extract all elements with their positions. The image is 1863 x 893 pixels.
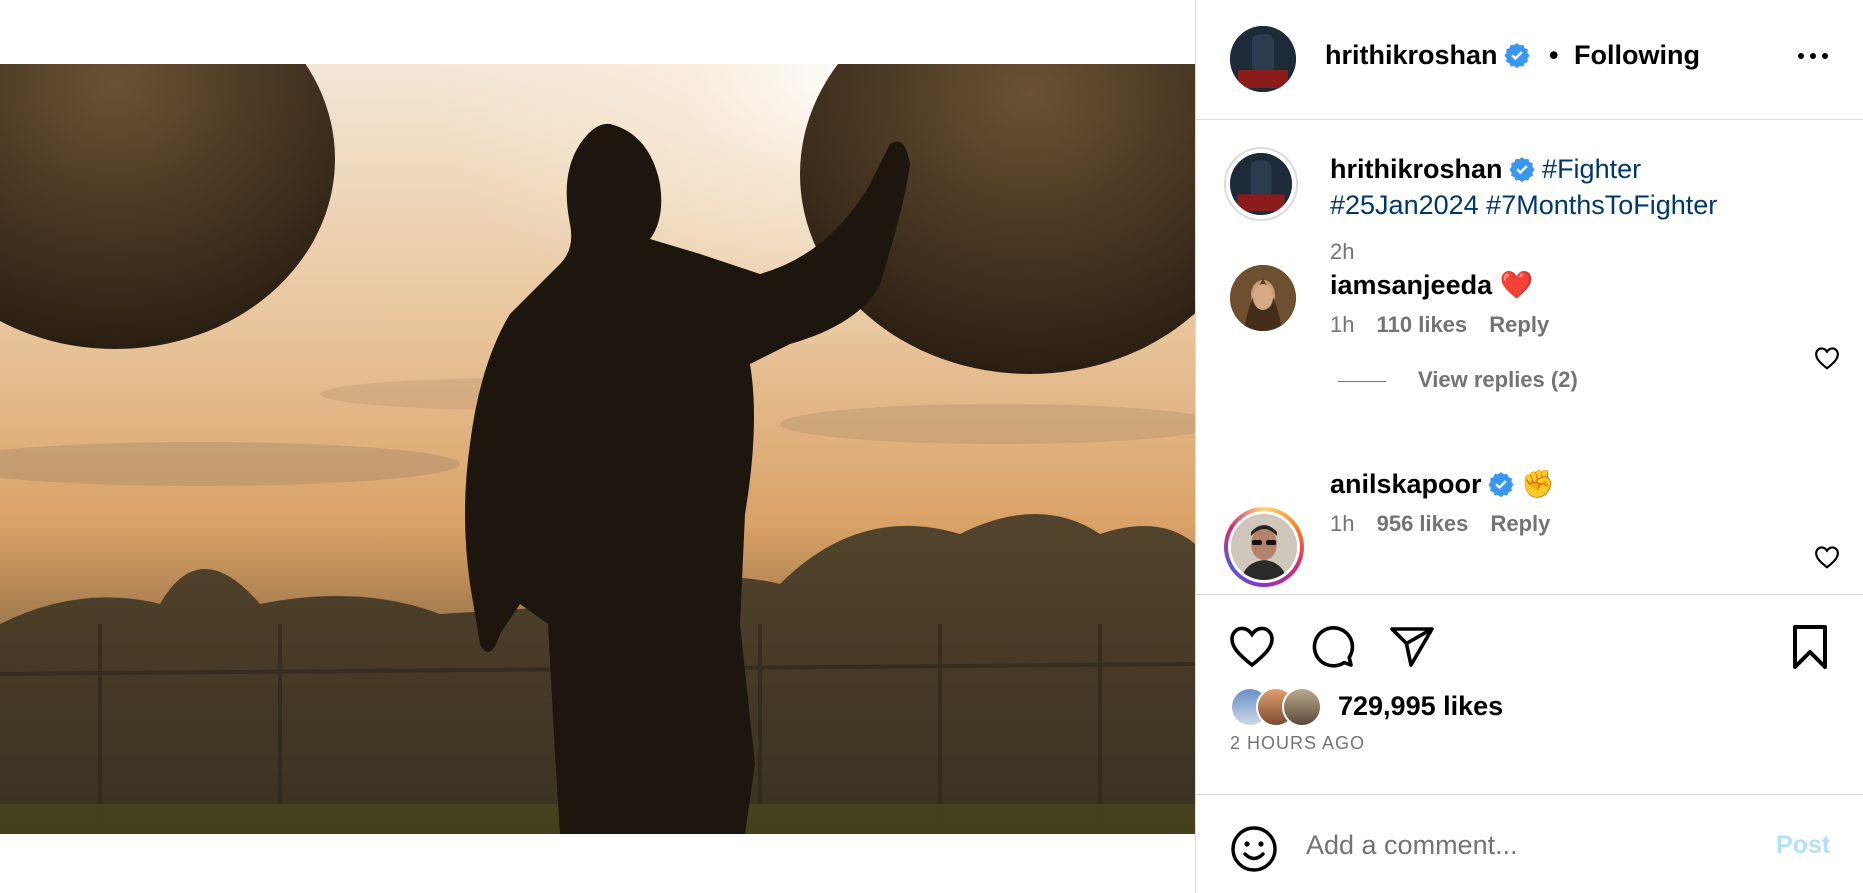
- commenter-avatar[interactable]: [1230, 265, 1296, 331]
- heart-icon[interactable]: [1228, 623, 1276, 671]
- caption-timestamp[interactable]: 2h: [1330, 239, 1354, 265]
- comment-time[interactable]: 1h: [1330, 312, 1354, 337]
- share-icon[interactable]: [1388, 623, 1436, 671]
- emoji-icon[interactable]: [1230, 825, 1278, 873]
- comment-input[interactable]: [1306, 823, 1746, 867]
- liked-by-avatars[interactable]: [1230, 687, 1330, 729]
- liker-avatar: [1282, 687, 1322, 727]
- likes-count[interactable]: 729,995 likes: [1338, 691, 1503, 722]
- post-media-panel: [0, 0, 1195, 893]
- comment-meta: 1h 956 likes Reply: [1330, 511, 1566, 537]
- view-replies-label[interactable]: View replies (2): [1418, 367, 1578, 392]
- view-replies-button[interactable]: View replies (2): [1338, 367, 1578, 393]
- post-actions-bar: 729,995 likes 2 HOURS AGO: [1196, 594, 1863, 794]
- comment-body: ✊: [1521, 469, 1555, 499]
- comment-time[interactable]: 1h: [1330, 511, 1354, 536]
- comment-body: ❤️: [1499, 270, 1534, 300]
- comments-scroll-area[interactable]: hrithikroshan #Fighter #25Jan2024 #7Mont…: [1196, 121, 1863, 594]
- comment-likes[interactable]: 956 likes: [1377, 511, 1469, 536]
- comment-meta: 1h 110 likes Reply: [1330, 312, 1565, 338]
- comment-like-heart-icon[interactable]: [1814, 346, 1840, 370]
- replies-divider: [1338, 380, 1386, 382]
- comment-text: anilskapoor ✊: [1330, 468, 1555, 500]
- commenter-story-ring-avatar[interactable]: [1224, 507, 1304, 587]
- more-options-icon[interactable]: [1796, 44, 1830, 68]
- post-header: hrithikroshan • Following: [1196, 0, 1863, 120]
- post-photo[interactable]: [0, 64, 1195, 834]
- reply-button[interactable]: Reply: [1489, 312, 1549, 337]
- caption-text: hrithikroshan #Fighter #25Jan2024 #7Mont…: [1330, 151, 1840, 223]
- author-avatar-image: [1230, 26, 1296, 92]
- reply-button[interactable]: Reply: [1490, 511, 1550, 536]
- commenter-username[interactable]: iamsanjeeda: [1330, 270, 1492, 300]
- commenter-avatar-image: [1231, 514, 1297, 580]
- caption-avatar-image: [1230, 153, 1292, 215]
- author-avatar[interactable]: [1230, 26, 1296, 92]
- verified-badge-icon: [1503, 43, 1530, 68]
- verified-badge-icon: [1508, 157, 1535, 182]
- hashtag-link[interactable]: #25Jan2024: [1330, 190, 1479, 220]
- comment-likes[interactable]: 110 likes: [1377, 312, 1468, 337]
- bookmark-icon[interactable]: [1786, 623, 1834, 671]
- instagram-post-view: hrithikroshan • Following hrithikroshan …: [0, 0, 1863, 893]
- following-button[interactable]: Following: [1574, 40, 1700, 71]
- commenter-username[interactable]: anilskapoor: [1330, 469, 1482, 499]
- comment-like-heart-icon[interactable]: [1814, 545, 1840, 569]
- author-username[interactable]: hrithikroshan: [1325, 40, 1530, 71]
- hashtag-link[interactable]: #Fighter: [1542, 154, 1641, 184]
- caption-author-avatar[interactable]: [1224, 147, 1298, 221]
- add-comment-bar: Post: [1196, 794, 1863, 893]
- comment-icon[interactable]: [1308, 623, 1356, 671]
- hashtag-link[interactable]: #7MonthsToFighter: [1486, 190, 1717, 220]
- caption-username[interactable]: hrithikroshan: [1330, 154, 1503, 184]
- header-separator: •: [1549, 40, 1559, 70]
- post-details-panel: hrithikroshan • Following hrithikroshan …: [1195, 0, 1863, 893]
- comment-text: iamsanjeeda ❤️: [1330, 269, 1533, 301]
- post-photo-illustration: [0, 64, 1195, 834]
- author-username-text[interactable]: hrithikroshan: [1325, 40, 1498, 70]
- post-timestamp[interactable]: 2 HOURS AGO: [1230, 733, 1365, 754]
- verified-badge-icon: [1487, 472, 1514, 497]
- post-comment-button[interactable]: Post: [1776, 831, 1830, 860]
- commenter-avatar-image: [1230, 265, 1296, 331]
